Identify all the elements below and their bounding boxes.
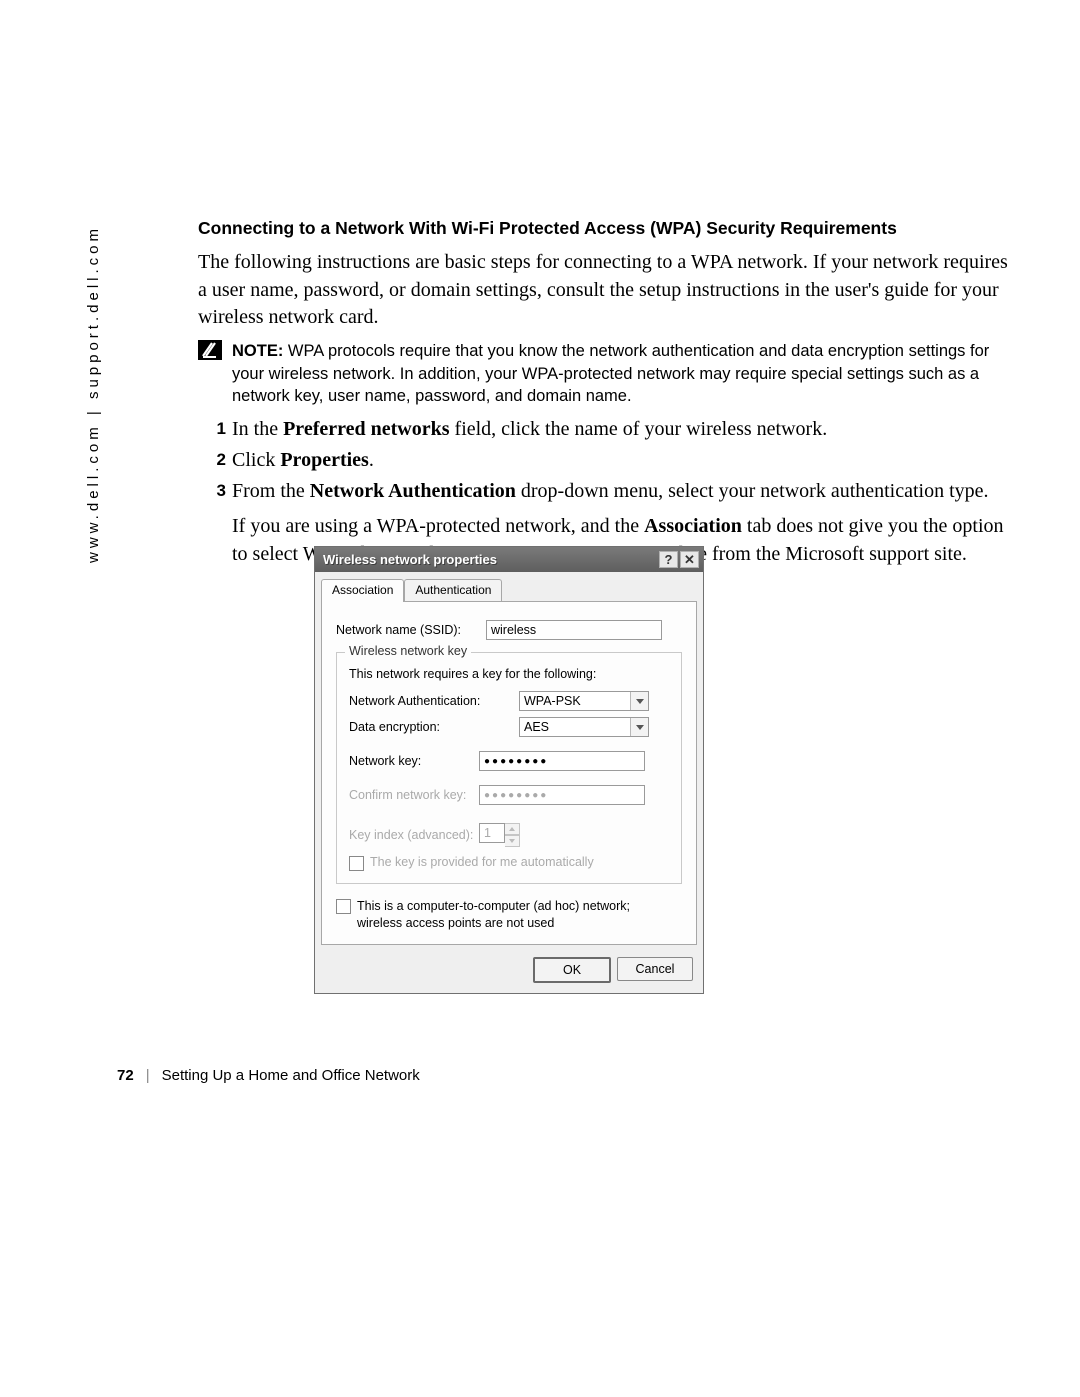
note-text: NOTE: WPA protocols require that you kno… bbox=[232, 340, 1008, 408]
step-1: 1 In the Preferred networks field, click… bbox=[198, 416, 1008, 443]
section-heading: Connecting to a Network With Wi-Fi Prote… bbox=[198, 218, 1008, 239]
dialog-buttons: OK Cancel bbox=[315, 951, 703, 993]
close-icon: ✕ bbox=[684, 553, 695, 566]
dialog-titlebar: Wireless network properties ? ✕ bbox=[315, 547, 703, 572]
network-key-value: ●●●●●●●● bbox=[484, 756, 548, 767]
help-button[interactable]: ? bbox=[659, 551, 678, 568]
autokey-checkbox[interactable] bbox=[349, 856, 364, 871]
dialog-tabs: Association Authentication bbox=[315, 572, 703, 601]
tab-association[interactable]: Association bbox=[321, 579, 404, 602]
key-index-row: Key index (advanced): 1 bbox=[349, 823, 669, 847]
spinner-buttons bbox=[505, 823, 520, 847]
network-key-input[interactable]: ●●●●●●●● bbox=[479, 751, 645, 771]
wireless-key-fieldset: Wireless network key This network requir… bbox=[336, 652, 682, 884]
ssid-row: Network name (SSID): wireless bbox=[336, 620, 682, 640]
close-button[interactable]: ✕ bbox=[680, 551, 699, 568]
adhoc-checkbox[interactable] bbox=[336, 899, 351, 914]
chevron-up-icon bbox=[509, 827, 515, 831]
network-key-label: Network key: bbox=[349, 754, 479, 768]
network-key-row: Network key: ●●●●●●●● bbox=[349, 751, 669, 771]
spinner-down[interactable] bbox=[505, 835, 520, 847]
autokey-row: The key is provided for me automatically bbox=[349, 855, 669, 871]
spinner-up[interactable] bbox=[505, 823, 520, 835]
key-index-spinner[interactable]: 1 bbox=[479, 823, 520, 847]
note-icon bbox=[198, 340, 226, 408]
footer-separator: | bbox=[146, 1067, 150, 1084]
step-3: 3 From the Network Authentication drop-d… bbox=[198, 478, 1008, 505]
cancel-button[interactable]: Cancel bbox=[617, 957, 693, 981]
note-body: WPA protocols require that you know the … bbox=[232, 342, 989, 406]
chevron-down-icon bbox=[630, 718, 648, 736]
data-encryption-label: Data encryption: bbox=[349, 720, 519, 734]
margin-url: www.dell.com | support.dell.com bbox=[85, 225, 102, 563]
network-auth-label: Network Authentication: bbox=[349, 694, 519, 708]
confirm-key-row: Confirm network key: ●●●●●●●● bbox=[349, 785, 669, 805]
fieldset-legend: Wireless network key bbox=[345, 644, 471, 658]
question-icon: ? bbox=[665, 553, 673, 566]
confirm-key-label: Confirm network key: bbox=[349, 788, 479, 802]
fieldset-description: This network requires a key for the foll… bbox=[349, 667, 669, 681]
adhoc-row: This is a computer-to-computer (ad hoc) … bbox=[336, 898, 682, 932]
network-auth-select[interactable]: WPA-PSK bbox=[519, 691, 649, 711]
tab-authentication[interactable]: Authentication bbox=[404, 579, 502, 602]
page-number: 72 bbox=[117, 1067, 134, 1084]
chevron-down-icon bbox=[509, 839, 515, 843]
titlebar-buttons: ? ✕ bbox=[659, 551, 699, 568]
association-panel: Network name (SSID): wireless Wireless n… bbox=[321, 601, 697, 945]
data-encryption-select[interactable]: AES bbox=[519, 717, 649, 737]
wireless-properties-dialog: Wireless network properties ? ✕ Associat… bbox=[314, 546, 704, 994]
confirm-key-value: ●●●●●●●● bbox=[484, 790, 548, 801]
steps-list: 1 In the Preferred networks field, click… bbox=[198, 416, 1008, 505]
dialog-title: Wireless network properties bbox=[323, 552, 497, 567]
ssid-value: wireless bbox=[491, 623, 536, 637]
ssid-label: Network name (SSID): bbox=[336, 623, 486, 637]
note-block: NOTE: WPA protocols require that you kno… bbox=[198, 340, 1008, 408]
intro-paragraph: The following instructions are basic ste… bbox=[198, 249, 1008, 332]
data-encryption-row: Data encryption: AES bbox=[349, 717, 669, 737]
data-encryption-value: AES bbox=[524, 720, 549, 734]
adhoc-label: This is a computer-to-computer (ad hoc) … bbox=[357, 898, 677, 932]
key-index-label: Key index (advanced): bbox=[349, 828, 479, 842]
dialog-figure: Wireless network properties ? ✕ Associat… bbox=[314, 546, 704, 994]
step-2: 2 Click Properties. bbox=[198, 447, 1008, 474]
note-label: NOTE: bbox=[232, 342, 283, 360]
autokey-label: The key is provided for me automatically bbox=[370, 855, 594, 869]
page-footer: 72 | Setting Up a Home and Office Networ… bbox=[117, 1067, 420, 1084]
chevron-down-icon bbox=[630, 692, 648, 710]
network-auth-row: Network Authentication: WPA-PSK bbox=[349, 691, 669, 711]
page-content: Connecting to a Network With Wi-Fi Prote… bbox=[198, 218, 1008, 588]
ok-button[interactable]: OK bbox=[533, 957, 611, 983]
ssid-input[interactable]: wireless bbox=[486, 620, 662, 640]
chapter-title: Setting Up a Home and Office Network bbox=[162, 1067, 420, 1084]
manual-page: www.dell.com | support.dell.com Connecti… bbox=[0, 0, 1080, 1397]
confirm-key-input[interactable]: ●●●●●●●● bbox=[479, 785, 645, 805]
network-auth-value: WPA-PSK bbox=[524, 694, 581, 708]
